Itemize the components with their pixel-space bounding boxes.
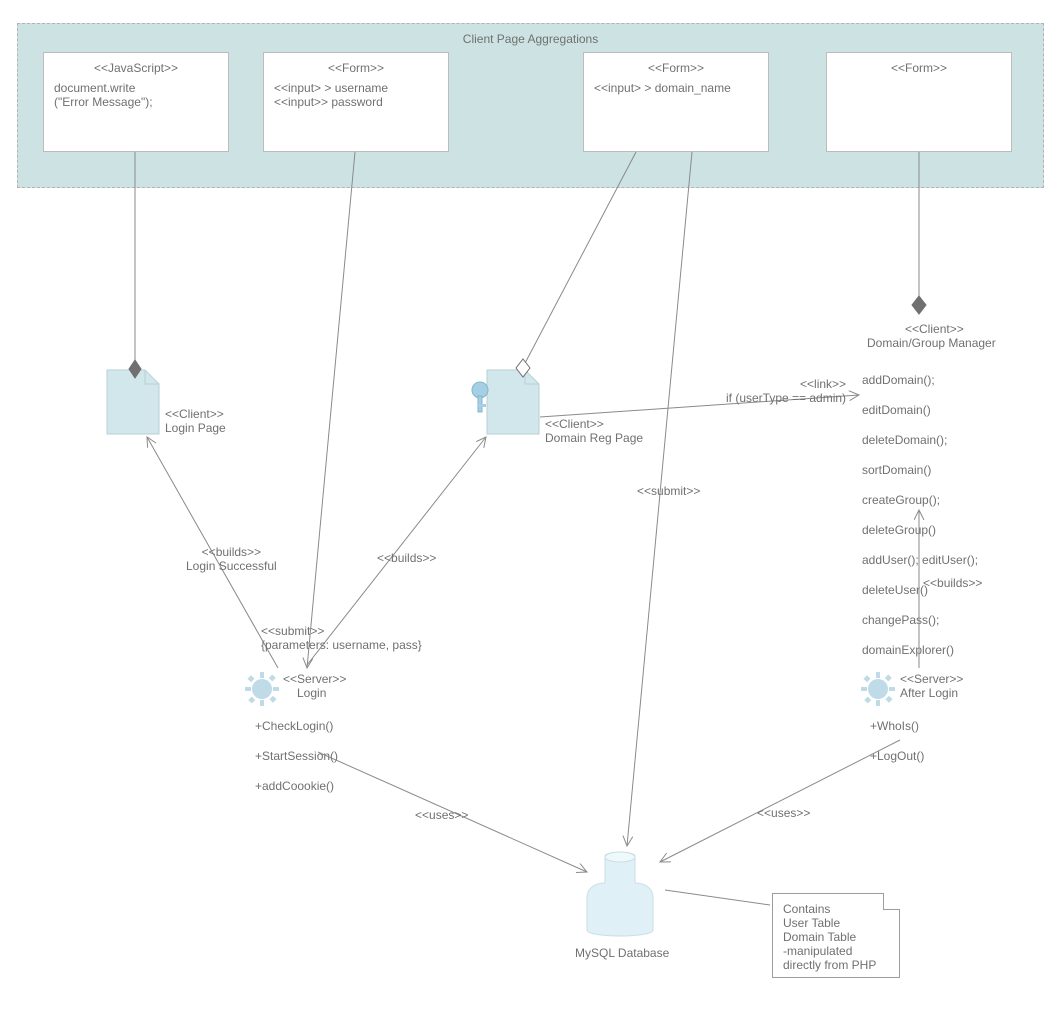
connectors [0, 0, 1056, 1023]
edge-link-admin: <<link>> if (userType == admin) [726, 377, 846, 405]
edge-submit-params: <<submit>> {parameters: username, pass} [261, 624, 422, 652]
edge-uses-1: <<uses>> [415, 808, 468, 822]
edge-builds-1: <<builds>> [377, 551, 436, 565]
edge-builds-login: <<builds>> Login Successful [186, 545, 277, 573]
edge-builds-2: <<builds>> [923, 576, 982, 590]
edge-uses-2: <<uses>> [757, 806, 810, 820]
edge-submit: <<submit>> [637, 484, 700, 498]
